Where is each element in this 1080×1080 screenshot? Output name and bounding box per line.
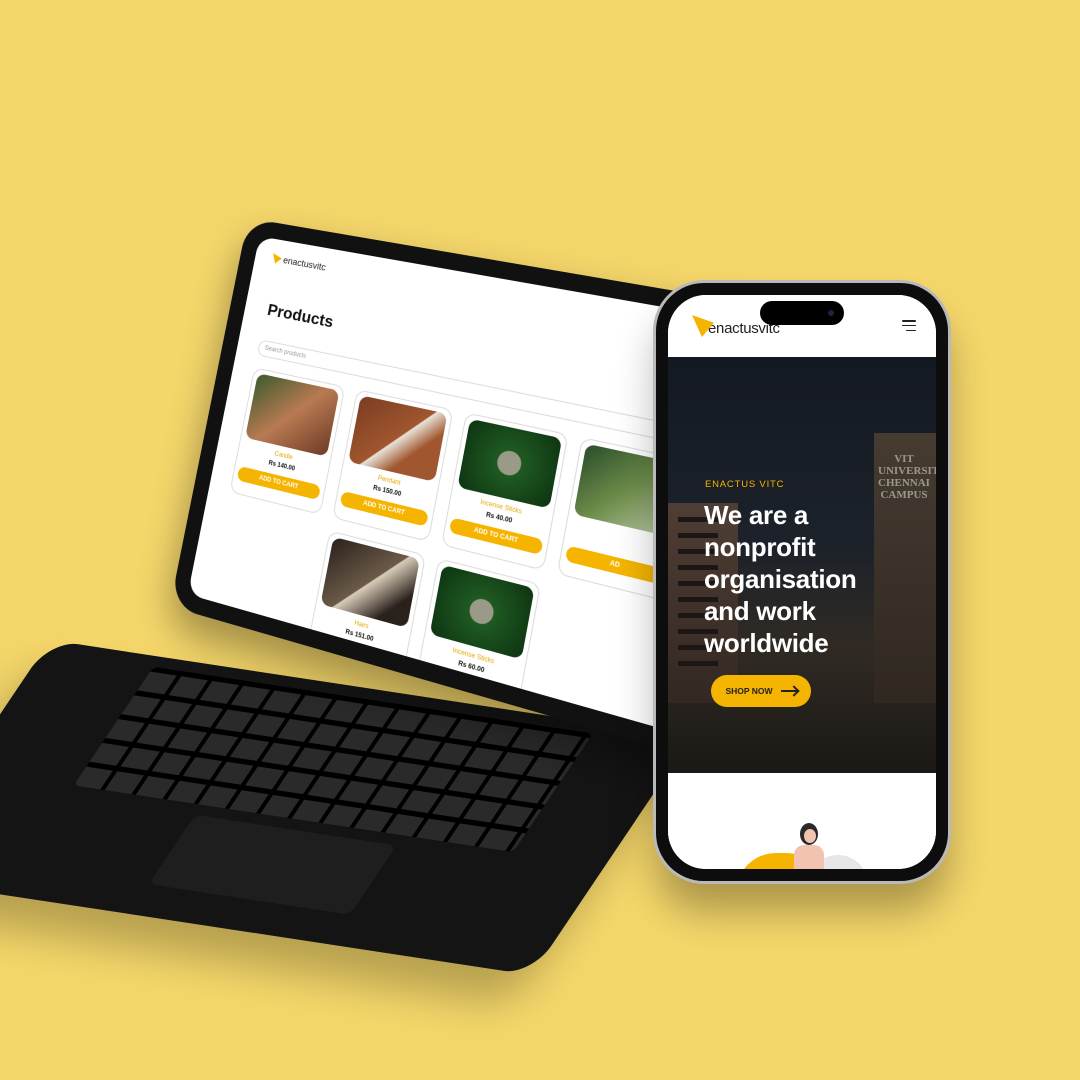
product-image[interactable]	[348, 395, 448, 482]
page-title: Products	[265, 301, 335, 332]
person-illustration	[792, 823, 826, 869]
product-card[interactable]: Incense Sticks Rs 40.00 ADD TO CART	[440, 412, 569, 571]
hero-title: We are a nonprofit organisation and work…	[704, 500, 857, 658]
mockup-stage: enactusvitc Products MO Search products …	[0, 0, 1080, 1080]
product-card[interactable]: Candle Rs 140.00 ADD TO CART	[229, 367, 346, 515]
product-card[interactable]: Pendant Rs 150.00 ADD TO CART	[332, 389, 454, 542]
add-to-cart-button[interactable]: AD	[564, 545, 666, 586]
dynamic-island	[760, 301, 844, 325]
arrow-right-icon	[780, 690, 797, 692]
camera-icon	[828, 310, 834, 316]
product-card[interactable]: Hairs Rs 151.00 ADD TO CART	[304, 530, 427, 690]
product-image[interactable]	[457, 418, 563, 509]
trackpad	[148, 814, 397, 915]
illustration-section	[668, 773, 936, 869]
shop-now-label: SHOP NOW	[725, 686, 773, 696]
hero-kicker: ENACTUS VITC	[705, 479, 785, 490]
tablet-logo-text: enactusvitc	[282, 254, 327, 273]
person-body	[794, 845, 824, 869]
tablet-logo[interactable]: enactusvitc	[271, 253, 327, 273]
phone-device: enactusvitc VIT UNIVERSITY CHENNAI CAMPU…	[656, 283, 948, 881]
person-face	[804, 829, 816, 843]
hamburger-menu-icon[interactable]	[902, 320, 916, 332]
product-image[interactable]	[245, 373, 340, 457]
enactus-logo-icon	[271, 253, 282, 265]
add-to-cart-button[interactable]: ADD TO CART	[311, 633, 402, 674]
hero-section: VIT UNIVERSITY CHENNAI CAMPUS ENACTUS VI…	[668, 357, 936, 773]
phone-screen: enactusvitc VIT UNIVERSITY CHENNAI CAMPU…	[668, 295, 936, 869]
shop-now-button[interactable]: SHOP NOW	[711, 675, 811, 707]
